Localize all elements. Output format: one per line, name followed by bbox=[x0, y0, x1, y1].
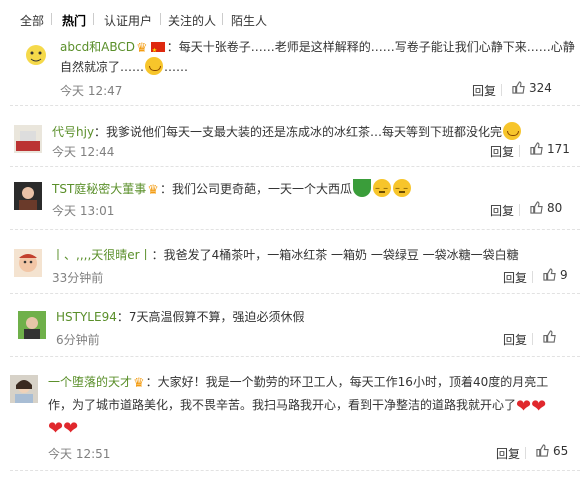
action-divider bbox=[501, 84, 502, 96]
reply-button[interactable]: 回复 bbox=[503, 331, 527, 348]
comment-body: TST庭秘密大董事♛：我们公司更奇葩，一天一个大西瓜 bbox=[52, 179, 412, 200]
username-link[interactable]: 代号hjy bbox=[52, 125, 94, 139]
comment-text: ：每天十张卷子……老师是这样解释的……写卷子能让我们心静下来……心静 bbox=[166, 40, 575, 54]
action-divider bbox=[519, 145, 520, 157]
timestamp: 6分钟前 bbox=[56, 333, 100, 347]
thumbs-up-icon bbox=[530, 142, 543, 155]
vip-crown-icon: ♛ bbox=[133, 376, 145, 391]
comment-body: 代号hjy：我爹说他们每天一支最大装的还是冻成冰的冰红茶…每天等到下班都没化完 bbox=[52, 122, 522, 141]
meh-emoji bbox=[372, 179, 391, 198]
reply-button[interactable]: 回复 bbox=[496, 445, 520, 462]
heart-emoji: ❤ bbox=[63, 418, 79, 439]
like-count: 65 bbox=[553, 444, 569, 458]
thumbs-up-icon bbox=[536, 444, 549, 457]
thumbs-up-icon bbox=[530, 201, 543, 214]
timestamp: 今天 12:47 bbox=[60, 84, 123, 98]
action-divider bbox=[525, 447, 526, 459]
reply-button[interactable]: 回复 bbox=[490, 202, 514, 219]
like-count: 324 bbox=[529, 81, 552, 95]
comment-divider bbox=[10, 356, 580, 357]
avatar[interactable] bbox=[14, 182, 42, 210]
avatar[interactable] bbox=[18, 311, 46, 339]
avatar[interactable] bbox=[22, 40, 50, 68]
tab-hot[interactable]: 热门 bbox=[62, 12, 86, 29]
comment-body: abcd和ABCD♛ ：每天十张卷子……老师是这样解释的……写卷子能让我们心静下来… bbox=[60, 38, 575, 60]
username-link[interactable]: HSTYLE94 bbox=[56, 310, 117, 324]
heart-emoji: ❤ bbox=[48, 418, 64, 439]
avatar[interactable] bbox=[14, 125, 42, 153]
watermelon-emoji bbox=[352, 179, 371, 197]
comment-divider bbox=[10, 470, 580, 471]
like-count: 171 bbox=[547, 142, 570, 156]
tab-strangers[interactable]: 陌生人 bbox=[231, 12, 267, 29]
vip-crown-icon: ♛ bbox=[136, 41, 148, 56]
like-button[interactable]: 65 bbox=[536, 444, 568, 458]
reply-button[interactable]: 回复 bbox=[490, 143, 514, 160]
action-divider bbox=[532, 271, 533, 283]
tab-divider bbox=[93, 13, 94, 25]
username-link[interactable]: abcd和ABCD bbox=[60, 40, 135, 54]
timestamp: 今天 12:51 bbox=[48, 447, 111, 461]
like-button[interactable]: 171 bbox=[530, 142, 570, 156]
comment-divider bbox=[10, 105, 580, 106]
smile-emoji bbox=[145, 57, 164, 75]
timestamp: 33分钟前 bbox=[52, 271, 104, 285]
tab-all[interactable]: 全部 bbox=[20, 12, 44, 29]
tab-divider bbox=[160, 13, 161, 25]
comment-text: ：我爸发了4桶茶叶，一箱冰红茶 一箱奶 一袋绿豆 一袋冰糖一袋白糖 bbox=[151, 248, 519, 262]
like-button[interactable]: 324 bbox=[512, 81, 552, 95]
thumbs-up-icon bbox=[543, 268, 556, 281]
reply-button[interactable]: 回复 bbox=[503, 269, 527, 286]
thumbs-up-icon bbox=[543, 330, 556, 343]
comment-text: ：我爹说他们每天一支最大装的还是冻成冰的冰红茶…每天等到下班都没化完 bbox=[94, 125, 503, 139]
laugh-emoji bbox=[503, 122, 522, 140]
username-link[interactable]: 丨、,,,,天很晴er丨 bbox=[52, 248, 152, 262]
comment-text: …… bbox=[164, 60, 189, 74]
username-link[interactable]: 一个堕落的天才 bbox=[48, 375, 132, 389]
avatar[interactable] bbox=[10, 375, 38, 403]
like-count: 80 bbox=[547, 201, 563, 215]
comment-text: ：我们公司更奇葩，一天一个大西瓜 bbox=[159, 182, 352, 196]
comment-filter-tabs: 全部 热门 认证用户 关注的人 陌生人 bbox=[0, 0, 583, 34]
meh-emoji bbox=[392, 179, 411, 198]
timestamp: 今天 13:01 bbox=[52, 204, 115, 218]
reply-button[interactable]: 回复 bbox=[472, 82, 496, 99]
comment-body: 丨、,,,,天很晴er丨：我爸发了4桶茶叶，一箱冰红茶 一箱奶 一袋绿豆 一袋冰… bbox=[52, 246, 519, 264]
comment-body-line2: 自然就凉了…… …… bbox=[60, 57, 188, 77]
like-count: 9 bbox=[560, 268, 568, 282]
comment-divider bbox=[10, 166, 580, 167]
like-button[interactable] bbox=[543, 330, 560, 344]
like-button[interactable]: 80 bbox=[530, 201, 562, 215]
tab-verified[interactable]: 认证用户 bbox=[104, 12, 152, 29]
comment-body: HSTYLE94：7天高温假算不算，强迫必须休假 bbox=[56, 308, 304, 326]
action-divider bbox=[519, 204, 520, 216]
comment-body: 一个堕落的天才♛：大家好！我是一个勤劳的环卫工人，每天工作16小时，顶着40度的… bbox=[48, 373, 548, 393]
tab-following[interactable]: 关注的人 bbox=[168, 12, 216, 29]
tab-divider bbox=[51, 13, 52, 25]
username-link[interactable]: TST庭秘密大董事 bbox=[52, 182, 146, 196]
thumbs-up-icon bbox=[512, 81, 525, 94]
heart-emoji: ❤ bbox=[516, 396, 532, 417]
comment-text: ：大家好！我是一个勤劳的环卫工人，每天工作16小时，顶着40度的月亮工 bbox=[145, 375, 549, 389]
comment-divider bbox=[10, 229, 580, 230]
vip-crown-icon: ♛ bbox=[147, 183, 159, 198]
timestamp: 今天 12:44 bbox=[52, 145, 115, 159]
china-flag-icon bbox=[150, 42, 165, 60]
like-button[interactable]: 9 bbox=[543, 268, 568, 282]
comment-body-line3: ❤❤ bbox=[48, 417, 78, 438]
avatar[interactable] bbox=[14, 249, 42, 277]
comment-text: ：7天高温假算不算，强迫必须休假 bbox=[116, 310, 305, 324]
comment-text: 作，为了城市道路美化，我不畏辛苦。我扫马路我开心，看到干净整洁的道路我就开心了 bbox=[48, 398, 517, 412]
heart-emoji: ❤ bbox=[531, 396, 547, 417]
action-divider bbox=[532, 333, 533, 345]
comment-divider bbox=[10, 293, 580, 294]
tab-divider bbox=[222, 13, 223, 25]
comment-body-line2: 作，为了城市道路美化，我不畏辛苦。我扫马路我开心，看到干净整洁的道路我就开心了❤… bbox=[48, 395, 546, 416]
comment-text: 自然就凉了…… bbox=[60, 60, 145, 74]
